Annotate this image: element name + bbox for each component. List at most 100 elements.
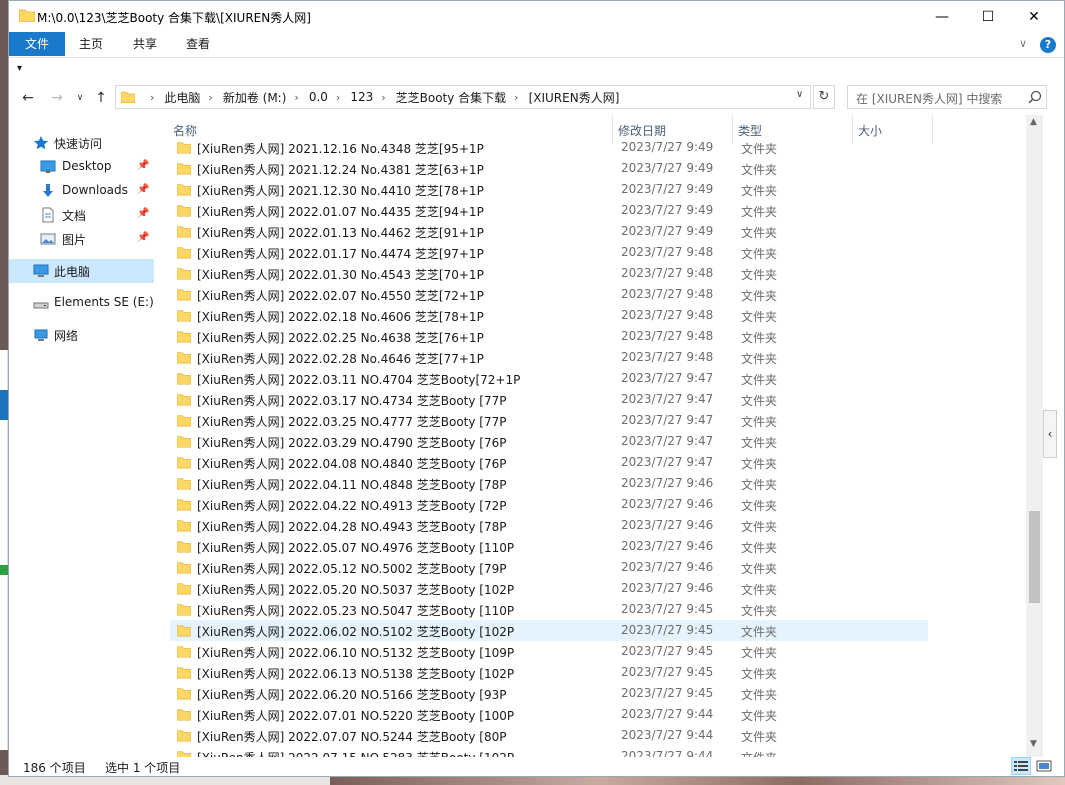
table-row[interactable]: [XiuRen秀人网] 2022.06.20 NO.5166 芝芝Booty […	[170, 683, 928, 704]
table-row[interactable]: [XiuRen秀人网] 2022.06.13 NO.5138 芝芝Booty […	[170, 662, 928, 683]
chevron-right-icon[interactable]: ›	[150, 91, 154, 104]
breadcrumb-item[interactable]: 0.0	[309, 90, 328, 104]
folder-icon	[121, 91, 135, 103]
breadcrumb-item[interactable]: 123	[350, 90, 373, 104]
file-type: 文件夹	[741, 226, 778, 240]
nav-desktop[interactable]: Desktop 📌	[9, 155, 154, 179]
file-name: [XiuRen秀人网] 2022.03.17 NO.4734 芝芝Booty […	[197, 394, 507, 408]
breadcrumb-item[interactable]: [XIUREN秀人网]	[529, 89, 620, 106]
tab-file[interactable]: 文件	[9, 32, 65, 56]
table-row[interactable]: [XiuRen秀人网] 2022.05.23 NO.5047 芝芝Booty […	[170, 599, 928, 620]
close-button[interactable]: ✕	[1011, 1, 1057, 32]
file-date: 2023/7/27 9:48	[621, 245, 714, 259]
scroll-down-icon[interactable]: ▼	[1030, 739, 1037, 749]
tab-home[interactable]: 主页	[69, 32, 113, 56]
chevron-right-icon[interactable]: ›	[208, 91, 212, 104]
file-name: [XiuRen秀人网] 2021.12.24 No.4381 芝芝[63+1P	[197, 163, 484, 177]
table-row[interactable]: [XiuRen秀人网] 2021.12.16 No.4348 芝芝[95+1P 2…	[170, 137, 928, 158]
recent-locations-button[interactable]: ∨	[70, 88, 90, 108]
table-row[interactable]: [XiuRen秀人网] 2022.01.07 No.4435 芝芝[94+1P 2…	[170, 200, 928, 221]
file-type: 文件夹	[741, 352, 778, 366]
table-row[interactable]: [XiuRen秀人网] 2022.04.28 NO.4943 芝芝Booty […	[170, 515, 928, 536]
table-row[interactable]: [XiuRen秀人网] 2022.04.11 NO.4848 芝芝Booty […	[170, 473, 928, 494]
chevron-right-icon[interactable]: ›	[381, 91, 385, 104]
side-panel-toggle[interactable]: ‹	[1043, 410, 1057, 458]
folder-icon	[177, 625, 191, 637]
nav-network[interactable]: 网络	[9, 323, 154, 347]
file-date: 2023/7/27 9:45	[621, 686, 714, 700]
table-row[interactable]: [XiuRen秀人网] 2022.04.22 NO.4913 芝芝Booty […	[170, 494, 928, 515]
table-row[interactable]: [XiuRen秀人网] 2022.05.12 NO.5002 芝芝Booty […	[170, 557, 928, 578]
table-row[interactable]: [XiuRen秀人网] 2022.02.07 No.4550 芝芝[72+1P 2…	[170, 284, 928, 305]
chevron-right-icon[interactable]: ›	[336, 91, 340, 104]
table-row[interactable]: [XiuRen秀人网] 2022.02.28 No.4646 芝芝[77+1P 2…	[170, 347, 928, 368]
table-row[interactable]: [XiuRen秀人网] 2022.02.18 No.4606 芝芝[78+1P 2…	[170, 305, 928, 326]
title-bar[interactable]: M:\0.0\123\芝芝Booty 合集下载\[XIUREN秀人网] — ☐ …	[9, 1, 1064, 32]
search-input[interactable]: 在 [XIUREN秀人网] 中搜索	[847, 85, 1047, 109]
table-row[interactable]: [XiuRen秀人网] 2022.06.10 NO.5132 芝芝Booty […	[170, 641, 928, 662]
chevron-right-icon[interactable]: ›	[514, 91, 518, 104]
column-divider[interactable]	[932, 115, 933, 143]
computer-icon	[33, 264, 49, 277]
file-type: 文件夹	[741, 205, 778, 219]
table-row[interactable]: [XiuRen秀人网] 2022.03.25 NO.4777 芝芝Booty […	[170, 410, 928, 431]
refresh-button[interactable]: ↻	[813, 85, 835, 109]
nav-drive-e[interactable]: Elements SE (E:)	[9, 291, 154, 315]
chevron-right-icon[interactable]: ›	[294, 91, 298, 104]
table-row[interactable]: [XiuRen秀人网] 2022.03.11 NO.4704 芝芝Booty[7…	[170, 368, 928, 389]
breadcrumb-item[interactable]: 此电脑	[164, 89, 200, 106]
table-row[interactable]: [XiuRen秀人网] 2022.05.20 NO.5037 芝芝Booty […	[170, 578, 928, 599]
tab-view[interactable]: 查看	[176, 32, 220, 56]
nav-this-pc[interactable]: 此电脑	[9, 259, 154, 283]
network-icon	[34, 329, 48, 341]
table-row[interactable]: [XiuRen秀人网] 2022.07.07 NO.5244 芝芝Booty […	[170, 725, 928, 746]
forward-button[interactable]: →	[47, 88, 67, 108]
table-row[interactable]: [XiuRen秀人网] 2021.12.24 No.4381 芝芝[63+1P 2…	[170, 158, 928, 179]
back-button[interactable]: ←	[18, 88, 38, 108]
file-name: [XiuRen秀人网] 2022.07.15 NO.5283 芝芝Booty […	[197, 749, 514, 757]
search-placeholder: 在 [XIUREN秀人网] 中搜索	[856, 92, 1003, 106]
table-row[interactable]: [XiuRen秀人网] 2022.03.29 NO.4790 芝芝Booty […	[170, 431, 928, 452]
up-button[interactable]: ↑	[91, 88, 111, 108]
table-row[interactable]: [XiuRen秀人网] 2022.06.02 NO.5102 芝芝Booty […	[170, 620, 928, 641]
table-row[interactable]: [XiuRen秀人网] 2022.02.25 No.4638 芝芝[76+1P 2…	[170, 326, 928, 347]
nav-documents[interactable]: 文档 📌	[9, 203, 154, 227]
expand-ribbon-icon[interactable]: ∨	[1019, 37, 1027, 50]
file-type: 文件夹	[741, 331, 778, 345]
table-row[interactable]: [XiuRen秀人网] 2022.01.17 No.4474 芝芝[97+1P 2…	[170, 242, 928, 263]
file-date: 2023/7/27 9:49	[621, 161, 714, 175]
table-row[interactable]: [XiuRen秀人网] 2022.05.07 NO.4976 芝芝Booty […	[170, 536, 928, 557]
file-name: [XiuRen秀人网] 2022.04.08 NO.4840 芝芝Booty […	[197, 457, 507, 471]
scroll-up-icon[interactable]: ▲	[1030, 117, 1037, 127]
nav-quick-access[interactable]: 快速访问	[9, 131, 154, 155]
file-name: [XiuRen秀人网] 2022.02.28 No.4646 芝芝[77+1P	[197, 352, 484, 366]
table-row[interactable]: [XiuRen秀人网] 2022.07.01 NO.5220 芝芝Booty […	[170, 704, 928, 725]
desktop-icon	[40, 160, 56, 173]
maximize-button[interactable]: ☐	[965, 1, 1011, 32]
table-row[interactable]: [XiuRen秀人网] 2022.01.30 No.4543 芝芝[70+1P 2…	[170, 263, 928, 284]
address-bar[interactable]: › 此电脑 › 新加卷 (M:) › 0.0 › 123 › 芝芝Booty 合…	[115, 85, 811, 109]
nav-pictures[interactable]: 图片 📌	[9, 227, 154, 251]
vertical-scrollbar[interactable]: ▲ ▼	[1026, 115, 1043, 757]
nav-downloads[interactable]: Downloads 📌	[9, 179, 154, 203]
address-history-dropdown-icon[interactable]: ∨	[796, 89, 803, 100]
table-row[interactable]: [XiuRen秀人网] 2022.01.13 No.4462 芝芝[91+1P 2…	[170, 221, 928, 242]
tab-share[interactable]: 共享	[123, 32, 167, 56]
minimize-button[interactable]: —	[919, 1, 965, 32]
nav-label: 图片	[62, 233, 87, 247]
breadcrumb-item[interactable]: 新加卷 (M:)	[223, 89, 287, 106]
large-icons-view-button[interactable]	[1034, 757, 1054, 775]
breadcrumb-item[interactable]: 芝芝Booty 合集下载	[396, 89, 507, 106]
details-view-button[interactable]	[1011, 757, 1031, 775]
table-row[interactable]: [XiuRen秀人网] 2021.12.30 No.4410 芝芝[78+1P 2…	[170, 179, 928, 200]
help-icon[interactable]: ?	[1040, 37, 1056, 53]
search-icon[interactable]	[1028, 90, 1042, 104]
table-row[interactable]: [XiuRen秀人网] 2022.04.08 NO.4840 芝芝Booty […	[170, 452, 928, 473]
file-type: 文件夹	[741, 688, 778, 702]
folder-icon	[177, 310, 191, 322]
table-row[interactable]: [XiuRen秀人网] 2022.07.15 NO.5283 芝芝Booty […	[170, 746, 928, 757]
folder-icon	[177, 688, 191, 700]
customize-toolbar-icon[interactable]: ▾	[17, 63, 22, 74]
table-row[interactable]: [XiuRen秀人网] 2022.03.17 NO.4734 芝芝Booty […	[170, 389, 928, 410]
scrollbar-thumb[interactable]	[1029, 511, 1040, 603]
